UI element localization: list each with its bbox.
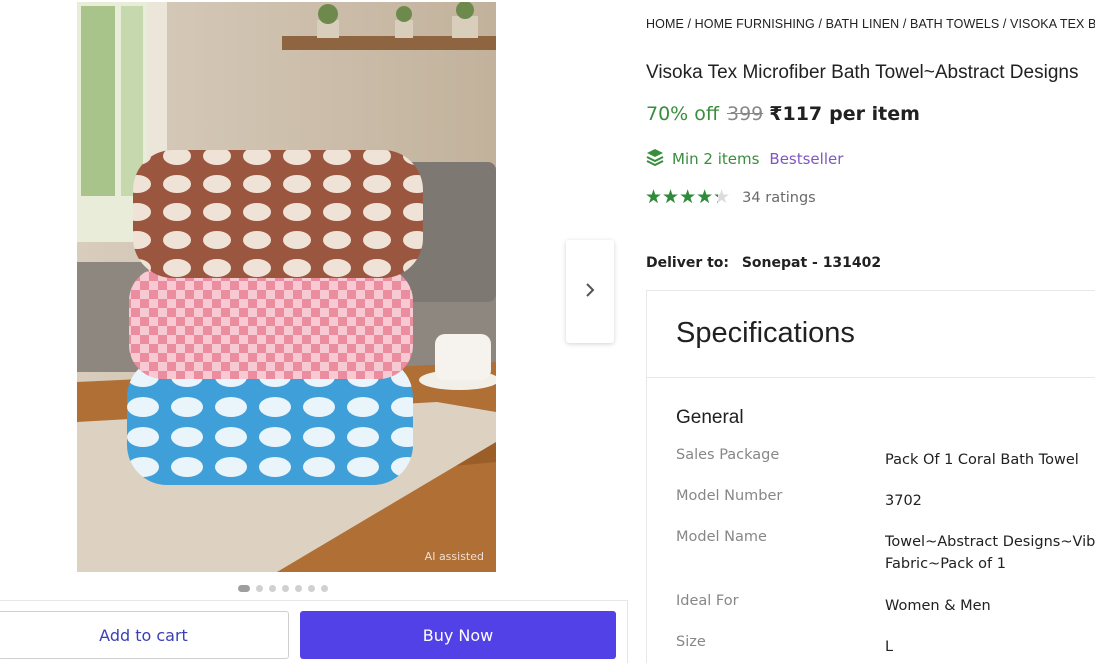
spec-value-line: Towel~Abstract Designs~Vibr [885,534,1095,550]
pagination-dot[interactable] [295,585,302,592]
chevron-right-icon [584,282,596,302]
action-bar: Add to cart Buy Now [0,600,628,663]
product-image[interactable]: AI assisted [77,2,496,572]
pagination-dot[interactable] [321,585,328,592]
per-item-label: per item [829,103,920,125]
original-price: 399 [727,103,764,125]
deliver-to-label: Deliver to: [646,255,730,271]
star-icon: ★★★★★ [645,188,718,207]
product-title: Visoka Tex Microfiber Bath Towel~Abstrac… [646,62,1079,83]
min-items-row: Min 2 items Bestseller [646,148,843,170]
spec-value: Pack Of 1 Coral Bath Towel [885,452,1079,468]
spec-value: 3702 [885,493,922,509]
layers-icon [646,148,664,170]
next-image-button[interactable] [566,240,614,343]
image-pagination-dots [238,585,328,592]
specifications-heading: Specifications [647,291,1095,378]
buy-now-button[interactable]: Buy Now [300,611,616,659]
pagination-dot[interactable] [308,585,315,592]
delivery-location[interactable]: Sonepat - 131402 [742,255,881,271]
specifications-panel: Specifications General Sales Package Pac… [646,290,1095,663]
spec-key: Model Number [676,488,783,504]
bestseller-badge: Bestseller [769,150,844,168]
price-row: 70% off 399 ₹117 per item [646,103,920,125]
spec-value: L [885,639,894,655]
add-to-cart-button[interactable]: Add to cart [0,611,289,659]
spec-key: Model Name [676,529,767,545]
pagination-dot[interactable] [282,585,289,592]
delivery-info[interactable]: Deliver to: Sonepat - 131402 [646,253,881,271]
pagination-dot[interactable] [238,585,250,592]
star-rating: ★★★★★ ★★★★★ [645,188,730,207]
spec-key: Ideal For [676,593,739,609]
spec-key: Sales Package [676,447,780,463]
pagination-dot[interactable] [256,585,263,592]
breadcrumb[interactable]: HOME / HOME FURNISHING / BATH LINEN / BA… [646,17,1095,31]
spec-value: Towel~Abstract Designs~Vibr Fabric~Pack … [885,531,1095,575]
min-items-label: Min 2 items [672,150,760,168]
spec-value-line: Fabric~Pack of 1 [885,556,1006,572]
rating-row[interactable]: ★★★★★ ★★★★★ 34 ratings [645,188,816,207]
spec-key: Size [676,634,706,650]
spec-group-title: General [676,407,744,428]
pagination-dot[interactable] [269,585,276,592]
ratings-count[interactable]: 34 ratings [742,190,816,206]
discount-percent: 70% off [646,103,719,125]
ai-assisted-badge: AI assisted [424,550,484,563]
spec-value: Women & Men [885,598,991,614]
selling-price: ₹117 [769,103,823,125]
